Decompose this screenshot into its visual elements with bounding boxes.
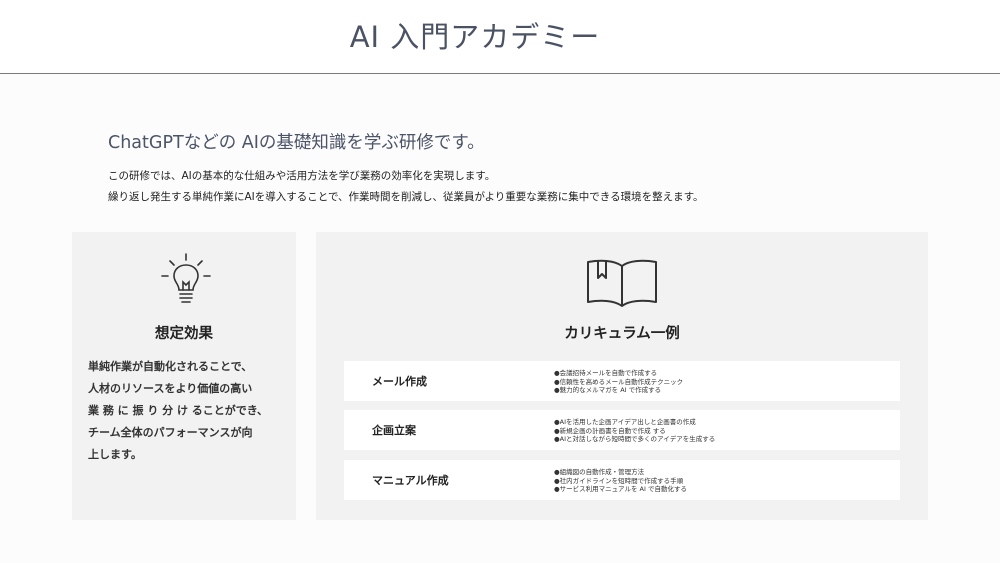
intro-description-line: この研修では、AIの基本的な仕組みや活用方法を学び業務の効率化を実現します。: [108, 170, 496, 182]
curriculum-item: ●魅力的なメルマガを AI で作成する: [554, 386, 662, 394]
effects-text-line: チーム全体のパフォーマンスが向: [88, 426, 253, 439]
curriculum-panel: カリキュラム一例 メール作成 ●会議招待メールを自動で作成する ●信頼性を高める…: [316, 232, 928, 520]
curriculum-row-label: マニュアル作成: [372, 474, 449, 487]
intro-description-line: 繰り返し発生する単純作業にAIを導入することで、作業時間を削減し、従業員がより重…: [108, 191, 704, 203]
curriculum-row: メール作成 ●会議招待メールを自動で作成する ●信頼性を高めるメール自動作成テク…: [344, 361, 900, 401]
curriculum-row-label: メール作成: [372, 375, 427, 388]
effects-text: 単純作業が自動化されることで、 人材のリソースをより価値の高い 業 務 に 振 …: [88, 356, 288, 466]
open-book-icon: [587, 259, 657, 307]
curriculum-item: ●社内ガイドラインを短時間で作成する手順: [554, 476, 684, 485]
curriculum-item: ●会議招待メールを自動で作成する: [554, 369, 658, 377]
page-title: AI 入門アカデミー: [349, 20, 601, 54]
lightbulb-icon: [161, 253, 211, 303]
curriculum-row-items: ●会議招待メールを自動で作成する ●信頼性を高めるメール自動作成テクニック ●魅…: [554, 369, 683, 395]
effects-text-line: 単純作業が自動化されることで、: [88, 360, 253, 373]
effects-text-line: 人材のリソースをより価値の高い: [88, 382, 253, 395]
curriculum-item: ●組織図の自動作成・管理方法: [554, 468, 645, 476]
effects-heading: 想定効果: [155, 326, 213, 342]
curriculum-item: ●サービス利用マニュアルを AI で自動化する: [554, 485, 687, 493]
intro-subtitle: ChatGPTなどの AIの基礎知識を学ぶ研修です。: [108, 133, 485, 153]
curriculum-heading: カリキュラム一例: [564, 326, 680, 342]
curriculum-row: 企画立案 ●AIを活用した企画アイデア出しと企画書の作成 ●新規企画の計画書を自…: [344, 410, 900, 450]
curriculum-item: ●信頼性を高めるメール自動作成テクニック: [554, 377, 684, 386]
effects-text-line: 業 務 に 振 り 分 け ることができ、: [88, 404, 269, 417]
effects-panel: 想定効果 単純作業が自動化されることで、 人材のリソースをより価値の高い 業 務…: [72, 232, 296, 520]
curriculum-item: ●AIと対話しながら短時間で多くのアイデアを生成する: [554, 435, 716, 443]
curriculum-row-items: ●組織図の自動作成・管理方法 ●社内ガイドラインを短時間で作成する手順 ●サービ…: [554, 468, 687, 494]
curriculum-item: ●AIを活用した企画アイデア出しと企画書の作成: [554, 418, 696, 426]
curriculum-row-items: ●AIを活用した企画アイデア出しと企画書の作成 ●新規企画の計画書を自動で作成 …: [554, 418, 715, 444]
curriculum-item: ●新規企画の計画書を自動で作成 する: [554, 426, 666, 435]
curriculum-row: マニュアル作成 ●組織図の自動作成・管理方法 ●社内ガイドラインを短時間で作成す…: [344, 460, 900, 500]
curriculum-row-label: 企画立案: [372, 424, 416, 437]
page-header: AI 入門アカデミー: [0, 0, 1000, 74]
effects-text-line: 上します。: [88, 448, 142, 461]
